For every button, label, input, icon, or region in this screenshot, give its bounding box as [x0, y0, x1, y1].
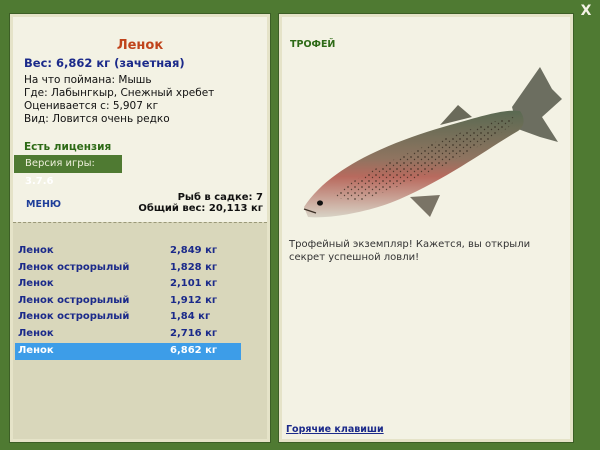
fish-eye: [317, 200, 323, 206]
fish-list-name: Ленок: [18, 344, 54, 356]
fish-list-weight: 6,862 кг: [170, 344, 218, 356]
fish-list-weight: 1,84 кг: [170, 311, 211, 323]
trophy-panel: ТРОФЕЙ Трофейный экземпляр! Кажется, вы …: [278, 13, 574, 443]
keepnet-total-weight: Общий вес: 20,113 кг: [138, 203, 263, 214]
fish-list-name: Ленок острорылый: [18, 294, 130, 306]
close-button[interactable]: X: [579, 3, 593, 19]
fish-list-weight: 1,828 кг: [170, 261, 218, 273]
fish-image: [303, 67, 562, 218]
fish-list: Ленок 2,849 кг Ленок острорылый 1,828 кг Лен…: [13, 222, 267, 439]
fish-list-weight: 2,101 кг: [170, 278, 218, 290]
fish-list-weight: 2,849 кг: [170, 245, 218, 256]
fish-spots: [330, 117, 516, 201]
fish-list-name: Ленок: [18, 278, 54, 290]
fish-list-row[interactable]: Ленок острорылый 1,84 кг: [15, 309, 241, 326]
fish-list-row[interactable]: Ленок 2,101 кг: [15, 276, 241, 293]
menu-button[interactable]: МЕНЮ: [26, 199, 61, 210]
fish-weight: Вес: 6,862 кг (зачетная): [24, 56, 185, 70]
version-badge: Версия игры: 3.7.6: [14, 155, 122, 187]
fish-list-weight: 1,912 кг: [170, 294, 218, 306]
license-status: Есть лицензия: [24, 141, 112, 153]
fish-list-row[interactable]: Ленок 2,716 кг: [15, 326, 241, 343]
fish-list-row[interactable]: Ленок острорылый 1,828 кг: [15, 260, 241, 277]
fish-list-row[interactable]: Ленок 2,849 кг: [15, 243, 241, 260]
trophy-description: Трофейный экземпляр! Кажется, вы открыли…: [289, 239, 531, 263]
fish-list-name: Ленок острорылый: [18, 311, 130, 323]
bait-info: На что поймана: Мышь: [24, 74, 152, 86]
fish-title: Ленок: [116, 38, 164, 53]
keepnet-count: Рыб в садке: 7: [177, 192, 263, 203]
rated-info: Оценивается с: 5,907 кг: [24, 100, 159, 112]
fish-list-name: Ленок острорылый: [18, 261, 130, 273]
hotkeys-link[interactable]: Горячие клавиши: [286, 424, 384, 435]
fish-list-row[interactable]: Ленок острорылый 1,912 кг: [15, 293, 241, 310]
kind-info: Вид: Ловится очень редко: [24, 113, 170, 125]
fish-list-weight: 2,716 кг: [170, 328, 218, 339]
fish-list-name: Ленок: [18, 245, 54, 256]
catch-info-panel: Ленок Вес: 6,862 кг (зачетная) На что по…: [9, 13, 271, 443]
fish-list-row[interactable]: Ленок 6,862 кг: [15, 342, 241, 360]
fish-pelvic-fin: [410, 195, 440, 217]
location-info: Где: Лабынгкыр, Снежный хребет: [24, 87, 215, 99]
fish-list-name: Ленок: [18, 328, 54, 339]
version-label: Версия игры:: [25, 158, 95, 169]
version-value: 3.7.6: [25, 176, 54, 187]
fish-tail: [512, 67, 562, 142]
